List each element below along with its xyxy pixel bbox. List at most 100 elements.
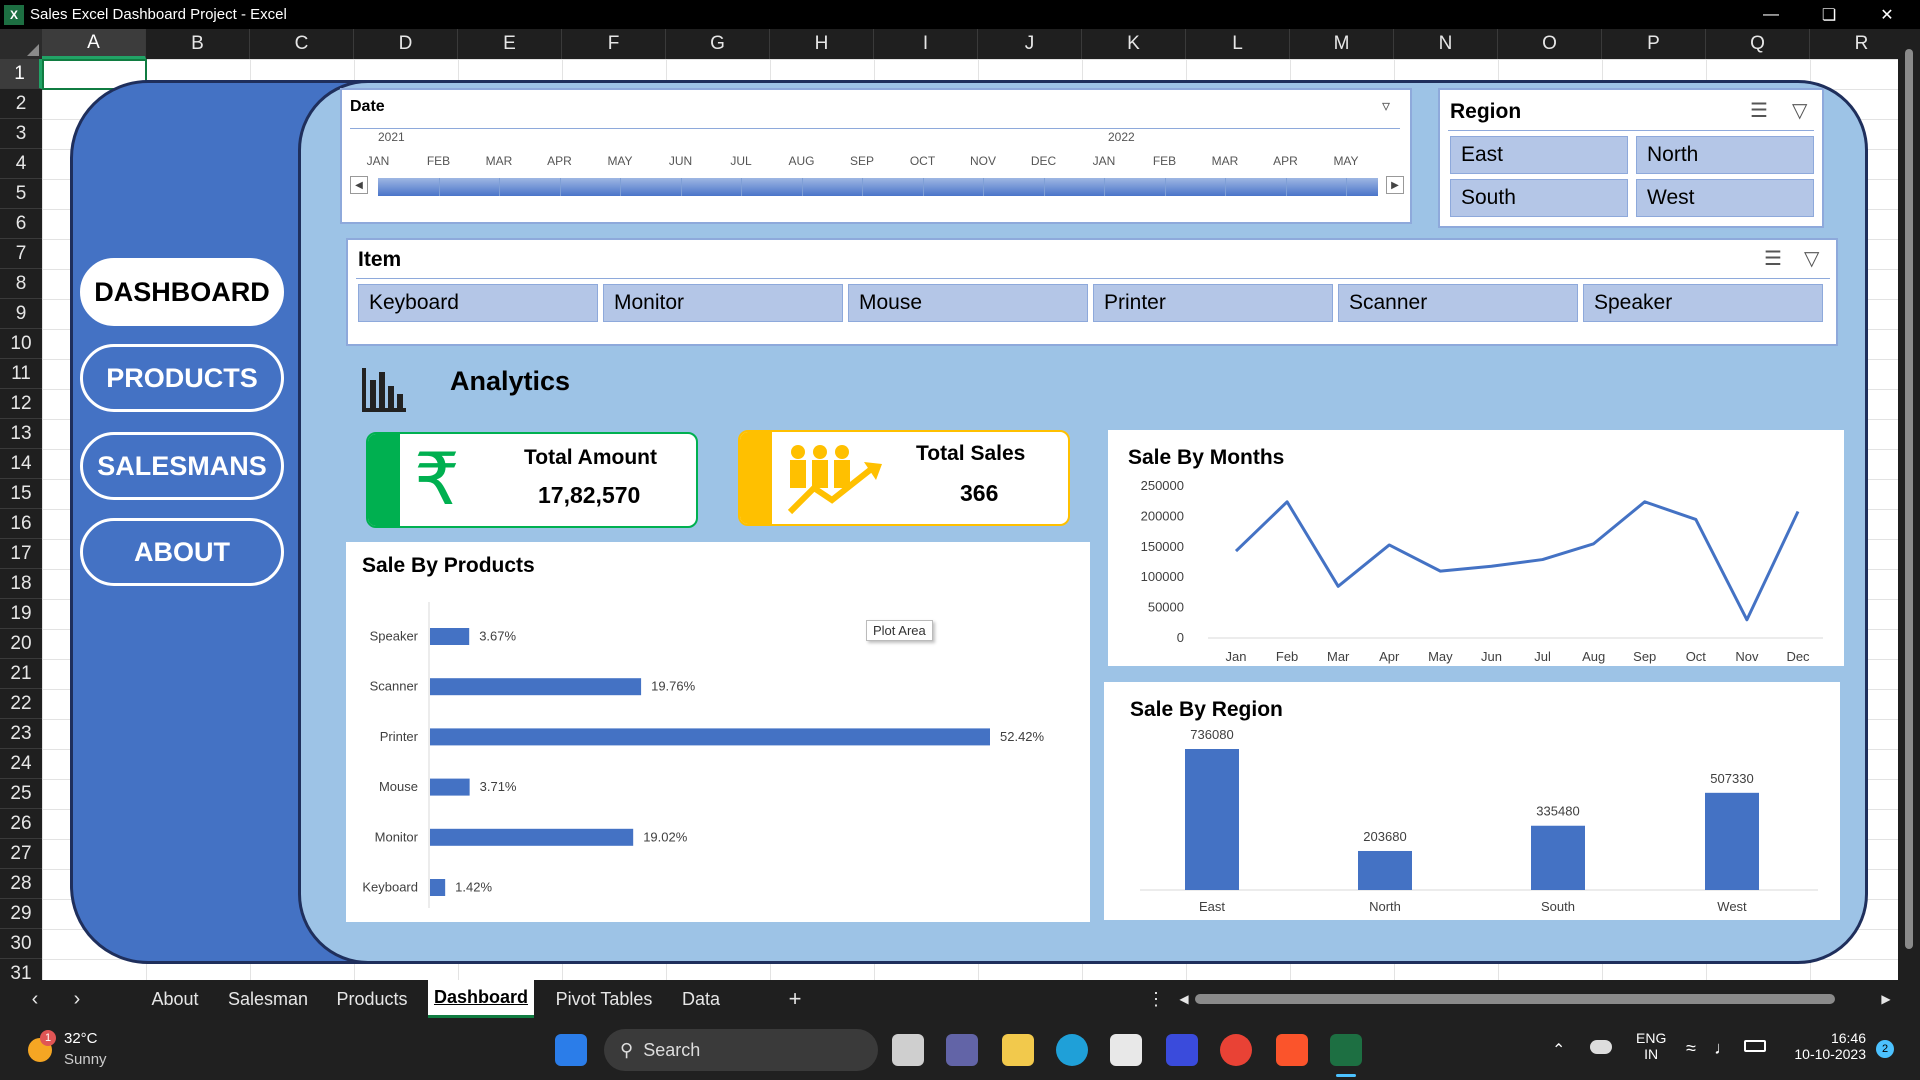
sheet-tab-about[interactable]: About bbox=[140, 980, 210, 1018]
row-header-24[interactable]: 24 bbox=[0, 749, 42, 779]
sale-by-months-chart[interactable]: Sale By Months 250000 200000 150000 100000 5… bbox=[1108, 430, 1844, 666]
row-header-20[interactable]: 20 bbox=[0, 629, 42, 659]
row-header-13[interactable]: 13 bbox=[0, 419, 42, 449]
column-header-f[interactable]: F bbox=[562, 29, 666, 59]
timeline-scroll-right-button[interactable]: ▶ bbox=[1386, 176, 1404, 194]
scroll-right-arrow[interactable]: ▶ bbox=[1876, 980, 1896, 1018]
timeline-scroll-left-button[interactable]: ◀ bbox=[350, 176, 368, 194]
restore-button[interactable]: ❏ bbox=[1806, 0, 1852, 29]
row-header-4[interactable]: 4 bbox=[0, 149, 42, 179]
row-header-7[interactable]: 7 bbox=[0, 239, 42, 269]
row-header-18[interactable]: 18 bbox=[0, 569, 42, 599]
show-hidden-icons-chevron[interactable]: ⌃ bbox=[1552, 1040, 1565, 1060]
column-header-d[interactable]: D bbox=[354, 29, 458, 59]
clear-filter-icon[interactable]: ▿ bbox=[1382, 96, 1390, 116]
region-slicer[interactable]: Region ☰ ▽ East North South West bbox=[1438, 88, 1824, 228]
column-header-o[interactable]: O bbox=[1498, 29, 1602, 59]
notification-badge[interactable]: 2 bbox=[1876, 1040, 1894, 1058]
date-timeline-slicer[interactable]: Date ▿ 2021 2022 JAN FEB MAR APR MAY JUN JUL AU… bbox=[340, 88, 1412, 224]
add-sheet-button[interactable]: + bbox=[780, 980, 810, 1018]
item-keyboard-button[interactable]: Keyboard bbox=[358, 284, 598, 322]
brave-icon[interactable] bbox=[1276, 1034, 1308, 1066]
onedrive-cloud-icon[interactable] bbox=[1590, 1040, 1612, 1054]
row-header-28[interactable]: 28 bbox=[0, 869, 42, 899]
column-header-g[interactable]: G bbox=[666, 29, 770, 59]
row-header-1[interactable]: 1 bbox=[0, 59, 42, 89]
edge-icon[interactable] bbox=[1056, 1034, 1088, 1066]
column-header-j[interactable]: J bbox=[978, 29, 1082, 59]
taskbar-search[interactable]: ⚲ Search bbox=[604, 1029, 878, 1071]
file-explorer-icon[interactable] bbox=[1002, 1034, 1034, 1066]
row-header-2[interactable]: 2 bbox=[0, 89, 42, 119]
column-header-i[interactable]: I bbox=[874, 29, 978, 59]
item-scanner-button[interactable]: Scanner bbox=[1338, 284, 1578, 322]
row-header-15[interactable]: 15 bbox=[0, 479, 42, 509]
row-header-19[interactable]: 19 bbox=[0, 599, 42, 629]
region-north-button[interactable]: North bbox=[1636, 136, 1814, 174]
app-icon[interactable] bbox=[1166, 1034, 1198, 1066]
store-icon[interactable] bbox=[1110, 1034, 1142, 1066]
chrome-icon[interactable] bbox=[1220, 1034, 1252, 1066]
row-header-17[interactable]: 17 bbox=[0, 539, 42, 569]
timeline-range-bar[interactable] bbox=[378, 178, 1378, 196]
row-header-5[interactable]: 5 bbox=[0, 179, 42, 209]
region-east-button[interactable]: East bbox=[1450, 136, 1628, 174]
volume-icon[interactable]: ♩ bbox=[1714, 1038, 1732, 1059]
region-west-button[interactable]: West bbox=[1636, 179, 1814, 217]
row-header-21[interactable]: 21 bbox=[0, 659, 42, 689]
item-monitor-button[interactable]: Monitor bbox=[603, 284, 843, 322]
prev-sheet-arrow[interactable]: ‹ bbox=[20, 980, 50, 1018]
salesmans-nav-button[interactable]: SALESMANS bbox=[80, 432, 284, 500]
select-all-button[interactable] bbox=[0, 29, 42, 59]
item-speaker-button[interactable]: Speaker bbox=[1583, 284, 1823, 322]
next-sheet-arrow[interactable]: › bbox=[62, 980, 92, 1018]
column-header-n[interactable]: N bbox=[1394, 29, 1498, 59]
row-header-8[interactable]: 8 bbox=[0, 269, 42, 299]
sheet-tab-dashboard[interactable]: Dashboard bbox=[428, 980, 534, 1018]
column-header-a[interactable]: A bbox=[42, 29, 146, 59]
row-header-22[interactable]: 22 bbox=[0, 689, 42, 719]
column-header-b[interactable]: B bbox=[146, 29, 250, 59]
column-header-k[interactable]: K bbox=[1082, 29, 1186, 59]
teams-icon[interactable] bbox=[946, 1034, 978, 1066]
products-nav-button[interactable]: PRODUCTS bbox=[80, 344, 284, 412]
item-mouse-button[interactable]: Mouse bbox=[848, 284, 1088, 322]
excel-taskbar-icon[interactable] bbox=[1330, 1034, 1362, 1066]
tabs-more-icon[interactable]: ⋮ bbox=[1146, 980, 1166, 1018]
row-header-10[interactable]: 10 bbox=[0, 329, 42, 359]
column-header-c[interactable]: C bbox=[250, 29, 354, 59]
row-header-9[interactable]: 9 bbox=[0, 299, 42, 329]
column-header-e[interactable]: E bbox=[458, 29, 562, 59]
about-nav-button[interactable]: ABOUT bbox=[80, 518, 284, 586]
column-header-q[interactable]: Q bbox=[1706, 29, 1810, 59]
minimize-button[interactable]: — bbox=[1748, 0, 1794, 29]
row-header-16[interactable]: 16 bbox=[0, 509, 42, 539]
language-indicator[interactable]: ENG IN bbox=[1636, 1030, 1666, 1062]
row-header-29[interactable]: 29 bbox=[0, 899, 42, 929]
close-button[interactable]: ✕ bbox=[1864, 0, 1910, 29]
scroll-left-arrow[interactable]: ◀ bbox=[1174, 980, 1194, 1018]
clock[interactable]: 16:46 10-10-2023 bbox=[1784, 1030, 1866, 1062]
row-header-11[interactable]: 11 bbox=[0, 359, 42, 389]
row-header-12[interactable]: 12 bbox=[0, 389, 42, 419]
sale-by-products-chart[interactable]: Sale By Products Speaker 3.67% Scanner 19.7… bbox=[346, 542, 1090, 922]
column-header-m[interactable]: M bbox=[1290, 29, 1394, 59]
row-header-26[interactable]: 26 bbox=[0, 809, 42, 839]
column-header-h[interactable]: H bbox=[770, 29, 874, 59]
row-header-6[interactable]: 6 bbox=[0, 209, 42, 239]
wifi-icon[interactable]: ≈ bbox=[1686, 1038, 1696, 1059]
row-header-14[interactable]: 14 bbox=[0, 449, 42, 479]
row-header-23[interactable]: 23 bbox=[0, 719, 42, 749]
horizontal-scrollbar[interactable] bbox=[1195, 994, 1835, 1004]
clear-filter-icon[interactable]: ▽ bbox=[1792, 98, 1807, 123]
sale-by-region-chart[interactable]: Sale By Region 736080 East 203680 North 3354… bbox=[1104, 682, 1840, 920]
dashboard-nav-button[interactable]: DASHBOARD bbox=[80, 258, 284, 326]
vertical-scrollbar[interactable] bbox=[1898, 29, 1920, 980]
sheet-tab-data[interactable]: Data bbox=[672, 980, 730, 1018]
row-header-30[interactable]: 30 bbox=[0, 929, 42, 959]
column-header-l[interactable]: L bbox=[1186, 29, 1290, 59]
sheet-tab-pivot-tables[interactable]: Pivot Tables bbox=[544, 980, 664, 1018]
sheet-tab-salesman[interactable]: Salesman bbox=[218, 980, 318, 1018]
battery-icon[interactable] bbox=[1744, 1040, 1766, 1052]
multi-select-icon[interactable]: ☰ bbox=[1764, 246, 1782, 271]
